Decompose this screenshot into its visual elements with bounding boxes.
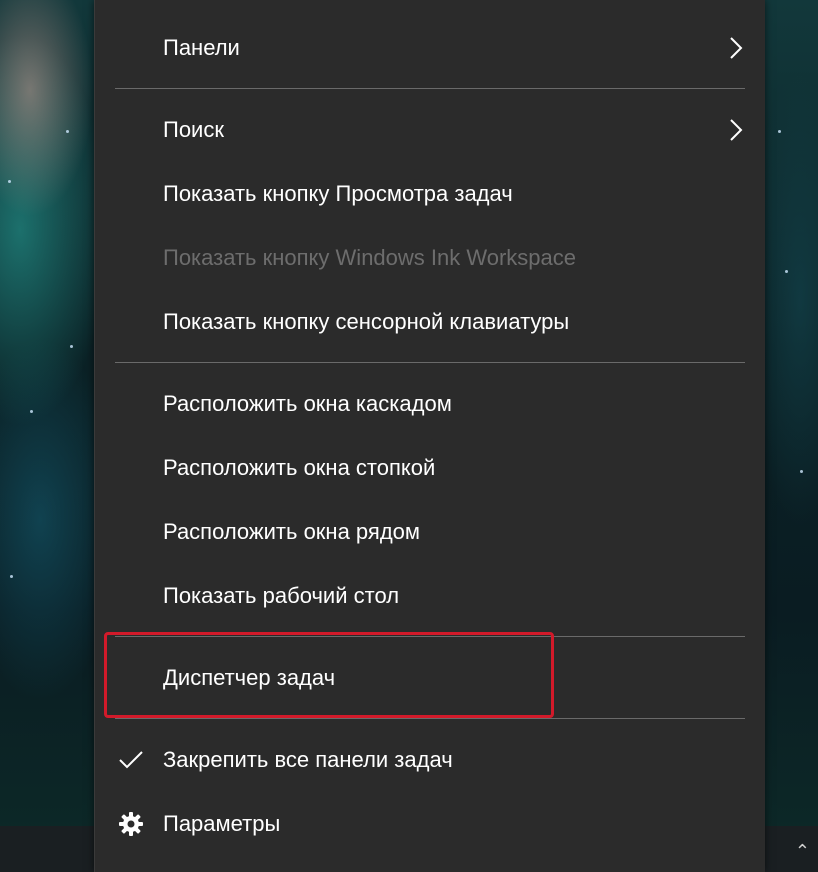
menu-item-lock-taskbars[interactable]: Закрепить все панели задач <box>95 732 765 788</box>
menu-separator <box>115 88 745 89</box>
wallpaper-star <box>785 270 788 273</box>
menu-item-label: Параметры <box>163 811 281 836</box>
wallpaper-star <box>10 575 13 578</box>
tray-expand-icon[interactable]: ⌃ <box>795 841 810 862</box>
menu-item-label: Расположить окна каскадом <box>163 391 452 416</box>
menu-item-settings[interactable]: Параметры <box>95 796 765 852</box>
menu-item-label: Показать кнопку сенсорной клавиатуры <box>163 309 570 334</box>
menu-item-show-task-view[interactable]: Показать кнопку Просмотра задач <box>95 166 765 222</box>
menu-item-search[interactable]: Поиск <box>95 102 765 158</box>
task-manager-highlight-box <box>104 632 554 718</box>
wallpaper-star <box>778 130 781 133</box>
menu-item-label: Расположить окна стопкой <box>163 455 436 480</box>
chevron-right-icon <box>730 119 743 141</box>
menu-item-label: Показать кнопку Windows Ink Workspace <box>163 245 576 270</box>
wallpaper-star <box>8 180 11 183</box>
menu-item-show-touch-keyboard[interactable]: Показать кнопку сенсорной клавиатуры <box>95 294 765 350</box>
menu-item-panels[interactable]: Панели <box>95 20 765 76</box>
gear-icon <box>119 812 143 836</box>
menu-separator <box>115 718 745 719</box>
menu-item-label: Показать рабочий стол <box>163 583 400 608</box>
menu-item-label: Расположить окна рядом <box>163 519 421 544</box>
menu-item-cascade-windows[interactable]: Расположить окна каскадом <box>95 376 765 432</box>
wallpaper-star <box>70 345 73 348</box>
wallpaper-star <box>66 130 69 133</box>
taskbar-context-menu: Панели Поиск Показать кнопку Просмотра з… <box>94 0 765 872</box>
menu-item-stack-windows[interactable]: Расположить окна стопкой <box>95 440 765 496</box>
wallpaper-star <box>30 410 33 413</box>
chevron-right-icon <box>730 37 743 59</box>
wallpaper-star <box>800 470 803 473</box>
menu-item-label: Поиск <box>163 117 224 142</box>
menu-item-label: Показать кнопку Просмотра задач <box>163 181 513 206</box>
menu-item-side-by-side[interactable]: Расположить окна рядом <box>95 504 765 560</box>
menu-separator <box>115 362 745 363</box>
menu-item-show-ink-workspace: Показать кнопку Windows Ink Workspace <box>95 230 765 286</box>
checkmark-icon <box>119 751 143 769</box>
menu-item-label: Закрепить все панели задач <box>163 747 453 772</box>
menu-item-label: Панели <box>163 35 240 60</box>
menu-item-show-desktop[interactable]: Показать рабочий стол <box>95 568 765 624</box>
